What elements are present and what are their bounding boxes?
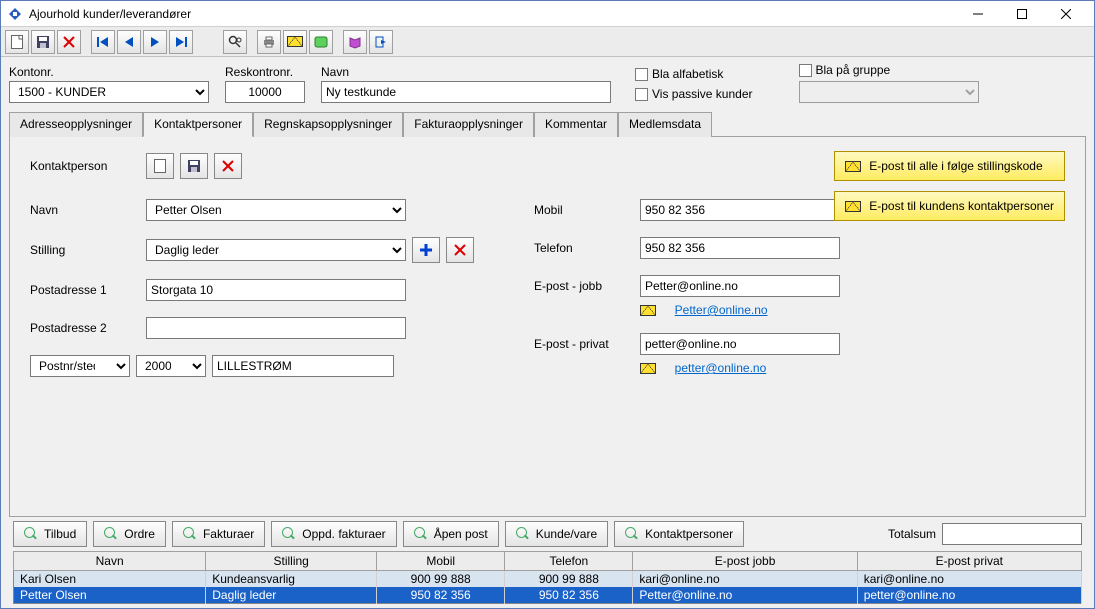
- toolbar-save-icon[interactable]: [31, 30, 55, 54]
- search-icon: [414, 527, 428, 541]
- contacts-grid[interactable]: Navn Stilling Mobil Telefon E-post jobb …: [13, 551, 1082, 604]
- toolbar-last-icon[interactable]: [169, 30, 193, 54]
- search-icon: [516, 527, 530, 541]
- tab-faktura[interactable]: Fakturaopplysninger: [403, 112, 534, 137]
- search-icon: [282, 527, 296, 541]
- postadr1-input[interactable]: [146, 279, 406, 301]
- totalsum-label: Totalsum: [888, 527, 936, 541]
- tab-kommentar[interactable]: Kommentar: [534, 112, 618, 137]
- form-navn-label: Navn: [30, 203, 140, 217]
- telefon-label: Telefon: [534, 241, 634, 255]
- toolbar-book-icon[interactable]: [343, 30, 367, 54]
- tab-adresse[interactable]: Adresseopplysninger: [9, 112, 143, 137]
- toolbar-prev-icon[interactable]: [117, 30, 141, 54]
- fakturaer-button[interactable]: Fakturaer: [172, 521, 265, 547]
- toolbar-new-icon[interactable]: [5, 30, 29, 54]
- epost-jobb-label: E-post - jobb: [534, 279, 634, 293]
- search-icon: [104, 527, 118, 541]
- table-row[interactable]: Kari Olsen Kundeansvarlig 900 99 888 900…: [14, 571, 1082, 588]
- mobil-input[interactable]: [640, 199, 840, 221]
- bla-alfabetisk-checkbox[interactable]: Bla alfabetisk: [635, 67, 753, 81]
- titlebar: Ajourhold kunder/leverandører: [1, 1, 1094, 27]
- poststed-input[interactable]: [212, 355, 394, 377]
- epost-priv-input[interactable]: [640, 333, 840, 355]
- col-telefon[interactable]: Telefon: [505, 552, 633, 571]
- search-icon: [183, 527, 197, 541]
- form-stilling-label: Stilling: [30, 243, 140, 257]
- contact-new-button[interactable]: [146, 153, 174, 179]
- postnr-label-select[interactable]: Postnr/sted: [30, 355, 130, 377]
- main-toolbar: [1, 27, 1094, 57]
- mail-icon: [640, 305, 656, 316]
- tab-bar: Adresseopplysninger Kontaktpersoner Regn…: [9, 111, 1086, 137]
- search-icon: [625, 527, 639, 541]
- stilling-delete-button[interactable]: [446, 237, 474, 263]
- toolbar-print-icon[interactable]: [257, 30, 281, 54]
- postadr1-label: Postadresse 1: [30, 283, 140, 297]
- mail-icon: [845, 161, 861, 172]
- reskontronr-input[interactable]: [225, 81, 305, 103]
- table-row[interactable]: Petter Olsen Daglig leder 950 82 356 950…: [14, 587, 1082, 604]
- toolbar-search-icon[interactable]: [223, 30, 247, 54]
- reskontronr-label: Reskontronr.: [225, 65, 305, 79]
- apen-post-button[interactable]: Åpen post: [403, 521, 499, 547]
- mail-icon: [640, 363, 656, 374]
- tilbud-button[interactable]: Tilbud: [13, 521, 87, 547]
- app-icon: [7, 6, 23, 22]
- search-icon: [24, 527, 38, 541]
- toolbar-next-icon[interactable]: [143, 30, 167, 54]
- window-title: Ajourhold kunder/leverandører: [29, 7, 956, 21]
- oppd-fakturaer-button[interactable]: Oppd. fakturaer: [271, 521, 396, 547]
- gruppe-select[interactable]: [799, 81, 979, 103]
- navn-input[interactable]: [321, 81, 611, 103]
- col-stilling[interactable]: Stilling: [206, 552, 377, 571]
- contact-delete-button[interactable]: [214, 153, 242, 179]
- kontonr-select[interactable]: 1500 - KUNDER: [9, 81, 209, 103]
- toolbar-exit-icon[interactable]: [369, 30, 393, 54]
- vis-passive-checkbox[interactable]: Vis passive kunder: [635, 87, 753, 101]
- contact-save-button[interactable]: [180, 153, 208, 179]
- col-navn[interactable]: Navn: [14, 552, 206, 571]
- toolbar-delete-icon[interactable]: [57, 30, 81, 54]
- totalsum-input[interactable]: [942, 523, 1082, 545]
- postnr-select[interactable]: 2000: [136, 355, 206, 377]
- toolbar-first-icon[interactable]: [91, 30, 115, 54]
- telefon-input[interactable]: [640, 237, 840, 259]
- epost-jobb-link[interactable]: Petter@online.no: [675, 303, 768, 317]
- tab-regnskap[interactable]: Regnskapsopplysninger: [253, 112, 403, 137]
- epost-priv-label: E-post - privat: [534, 337, 634, 351]
- tab-kontaktpersoner[interactable]: Kontaktpersoner: [143, 112, 253, 137]
- col-epost-jobb[interactable]: E-post jobb: [633, 552, 857, 571]
- kontonr-label: Kontonr.: [9, 65, 209, 79]
- header-fields: Kontonr. 1500 - KUNDER Reskontronr. Navn…: [9, 63, 1086, 103]
- email-kontaktpersoner-button[interactable]: E-post til kundens kontaktpersoner: [834, 191, 1065, 221]
- maximize-button[interactable]: [1000, 1, 1044, 27]
- col-epost-privat[interactable]: E-post privat: [857, 552, 1081, 571]
- col-mobil[interactable]: Mobil: [377, 552, 505, 571]
- kontaktperson-label: Kontaktperson: [30, 159, 140, 173]
- stilling-add-button[interactable]: [412, 237, 440, 263]
- form-stilling-select[interactable]: Daglig leder: [146, 239, 406, 261]
- mail-icon: [845, 201, 861, 212]
- mobil-label: Mobil: [534, 203, 634, 217]
- kontaktpersoner-button[interactable]: Kontaktpersoner: [614, 521, 744, 547]
- minimize-button[interactable]: [956, 1, 1000, 27]
- postadr2-label: Postadresse 2: [30, 321, 140, 335]
- bottom-section: Tilbud Ordre Fakturaer Oppd. fakturaer Å…: [9, 517, 1086, 604]
- toolbar-mail-icon[interactable]: [283, 30, 307, 54]
- kundevare-button[interactable]: Kunde/vare: [505, 521, 608, 547]
- epost-priv-link[interactable]: petter@online.no: [675, 361, 767, 375]
- bla-gruppe-checkbox[interactable]: Bla på gruppe: [799, 63, 979, 77]
- navn-label: Navn: [321, 65, 611, 79]
- postadr2-input[interactable]: [146, 317, 406, 339]
- tab-medlem[interactable]: Medlemsdata: [618, 112, 712, 137]
- ordre-button[interactable]: Ordre: [93, 521, 166, 547]
- email-stillingskode-button[interactable]: E-post til alle i følge stillingskode: [834, 151, 1065, 181]
- toolbar-green-icon[interactable]: [309, 30, 333, 54]
- epost-jobb-input[interactable]: [640, 275, 840, 297]
- tab-body: E-post til alle i følge stillingskode E-…: [9, 137, 1086, 517]
- close-button[interactable]: [1044, 1, 1088, 27]
- form-navn-select[interactable]: Petter Olsen: [146, 199, 406, 221]
